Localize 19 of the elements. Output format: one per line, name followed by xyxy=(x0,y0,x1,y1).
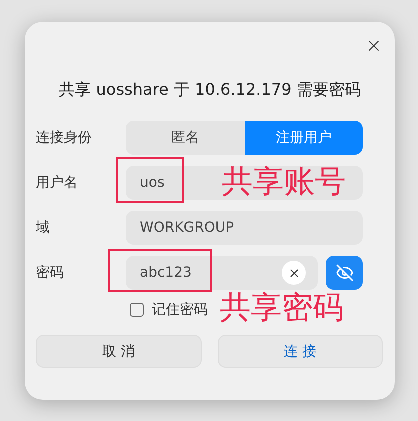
hide-password-button[interactable] xyxy=(326,256,363,290)
field-label: 密码 xyxy=(36,264,65,282)
annotation-text: 共享密码 xyxy=(220,293,344,324)
dialog-title: 共享 uosshare 于 10.6.12.179 需要密码 xyxy=(58,80,362,101)
identity-option[interactable]: 注册用户 xyxy=(244,121,363,155)
remember-checkbox[interactable] xyxy=(130,303,144,317)
checkbox-label: 记住密码 xyxy=(152,301,208,319)
password-field[interactable]: abc123 xyxy=(126,256,318,290)
field-label: 域 xyxy=(36,219,51,237)
annotation-text: 共享账号 xyxy=(222,167,346,198)
field-label: 用户名 xyxy=(36,174,79,192)
connect-button[interactable]: 连 接 xyxy=(218,335,383,368)
highlight-frame xyxy=(116,157,184,203)
clear-icon[interactable] xyxy=(288,266,300,280)
eye-slash-icon[interactable] xyxy=(336,264,354,282)
field-label: 连接身份 xyxy=(36,129,93,147)
clear-button[interactable] xyxy=(282,261,306,285)
domain-field[interactable]: WORKGROUP xyxy=(126,211,363,245)
cancel-button[interactable]: 取 消 xyxy=(36,335,202,368)
